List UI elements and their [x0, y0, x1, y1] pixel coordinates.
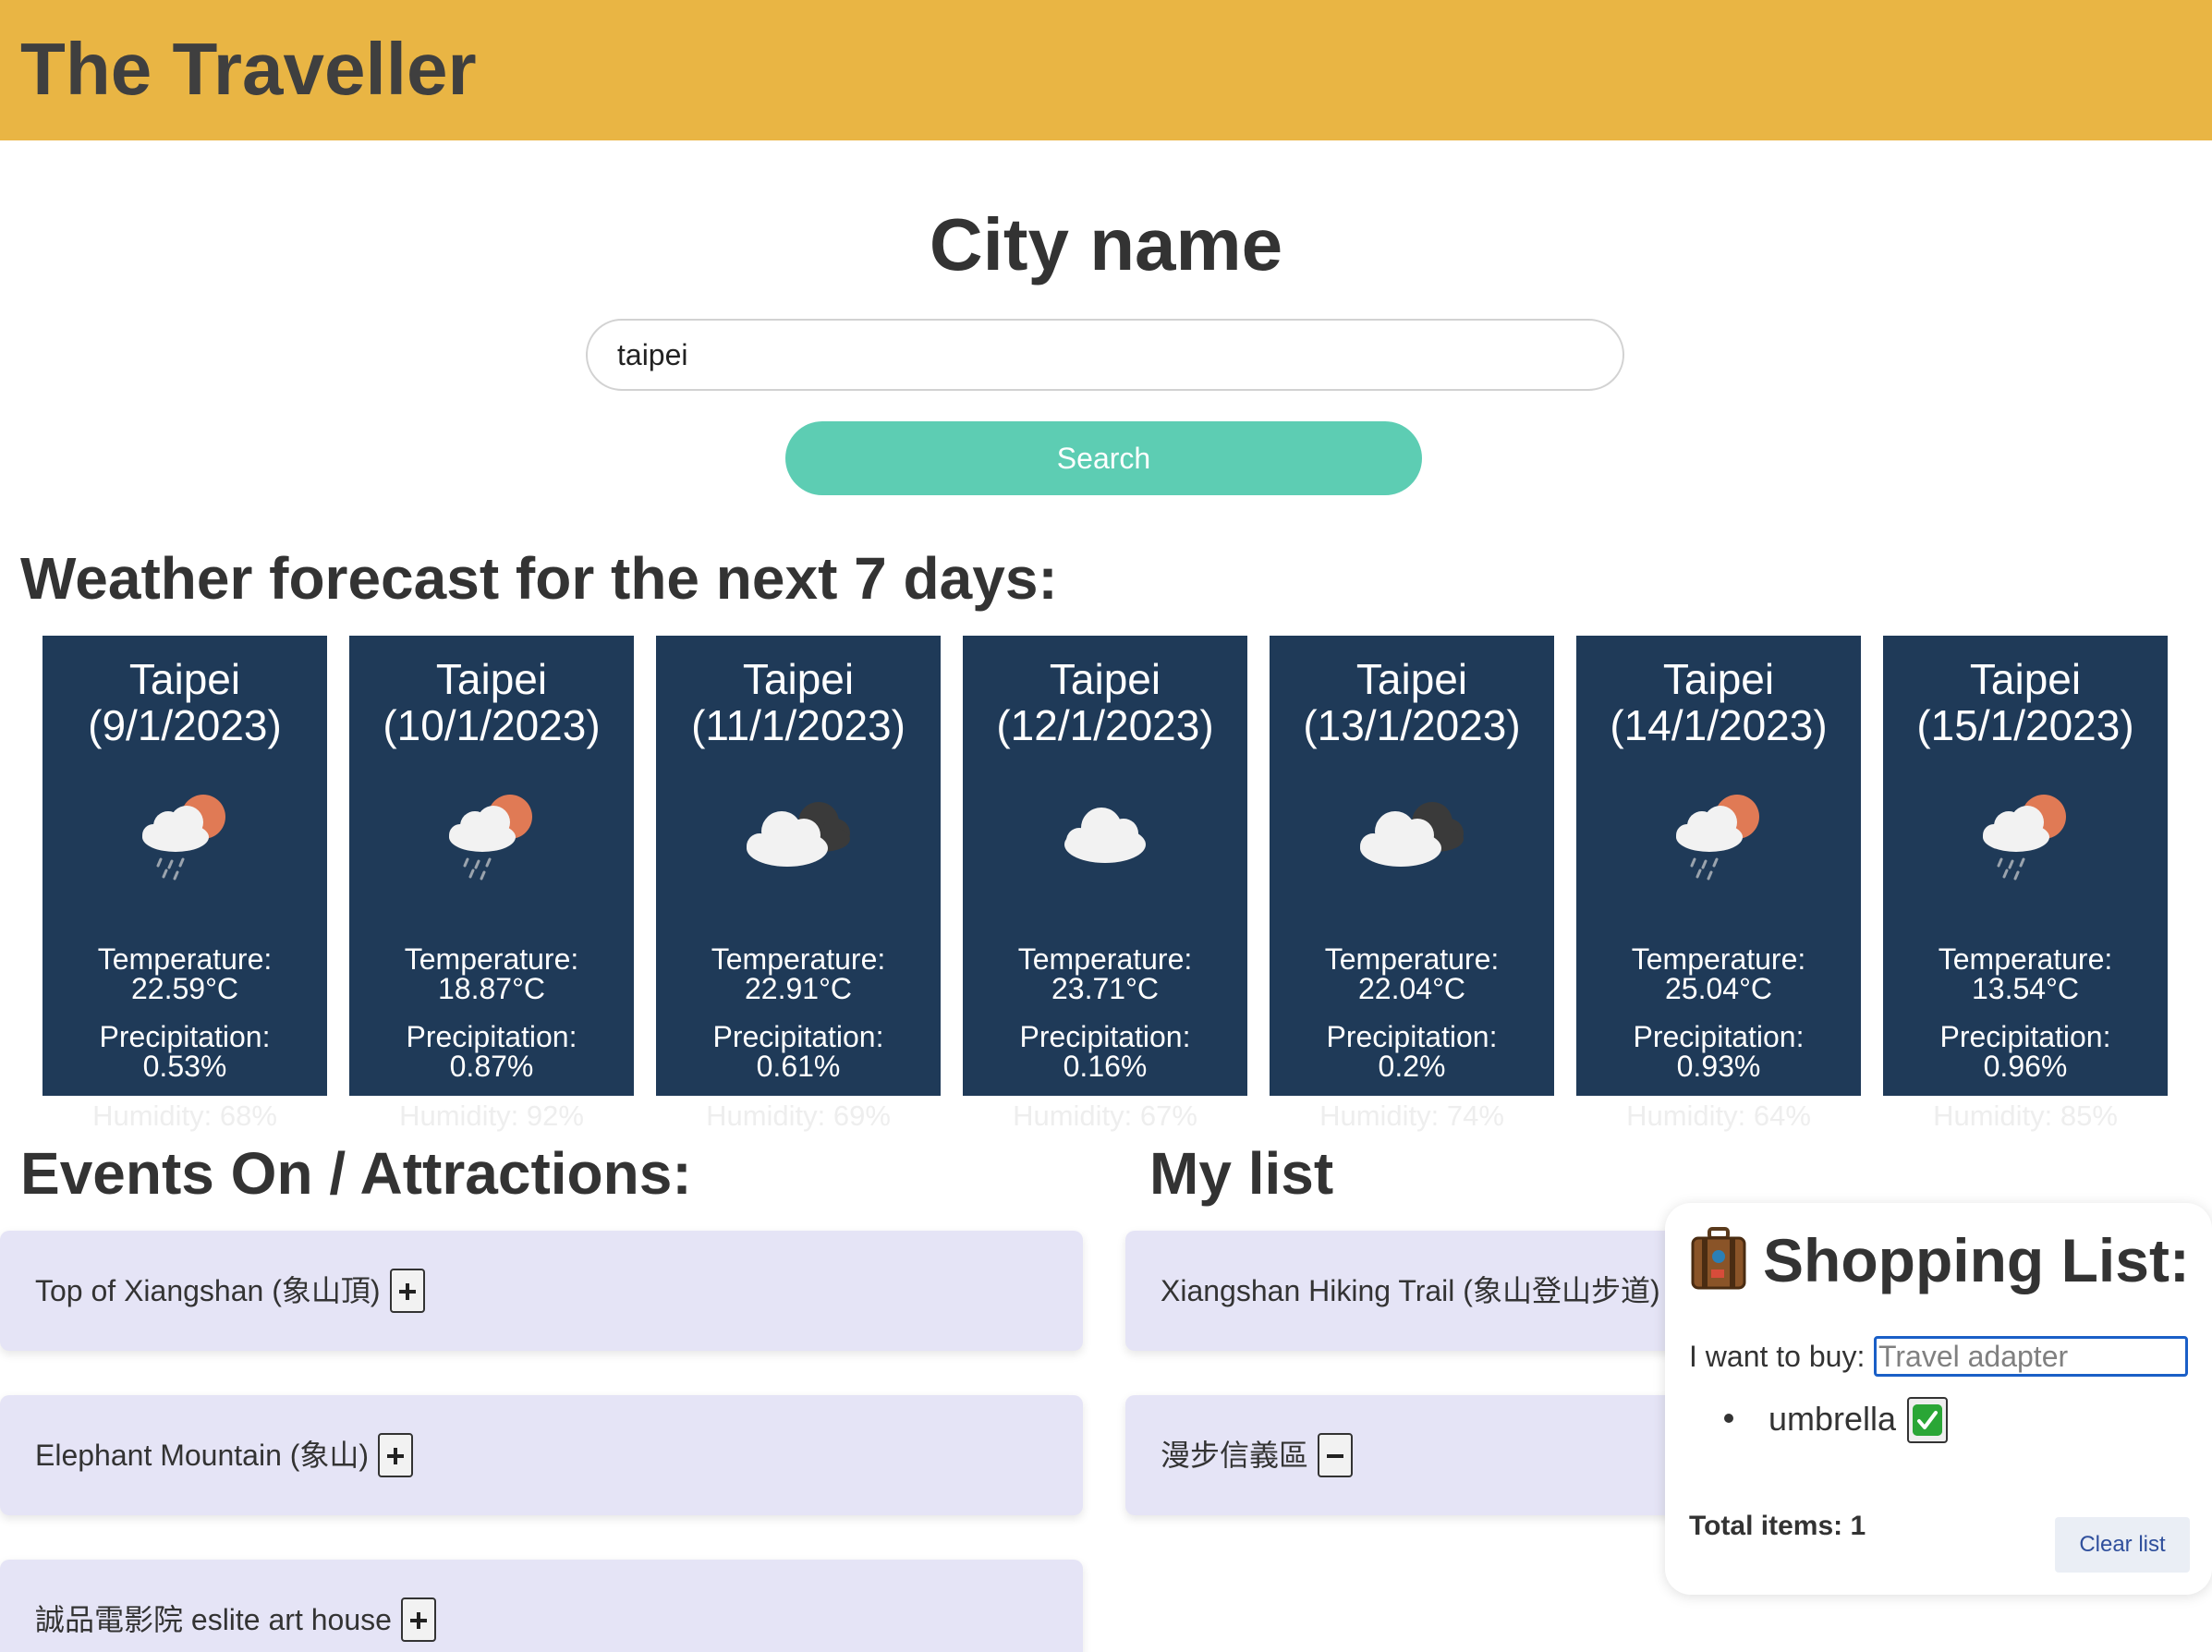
overcast-clouds-icon: [734, 782, 863, 883]
mylist-item: Xiangshan Hiking Trail (象山登山步道): [1125, 1231, 1705, 1351]
events-heading: Events On / Attractions:: [20, 1140, 692, 1207]
mylist-item-label: 漫步信義區: [1161, 1439, 1309, 1472]
event-item-label: 誠品電影院 eslite art house: [35, 1603, 392, 1636]
humidity-text: Humidity: 92%: [399, 1099, 584, 1132]
humidity-text: Humidity: 67%: [1013, 1099, 1197, 1132]
forecast-heading: Weather forecast for the next 7 days:: [20, 545, 1058, 612]
shopping-list-title: Shopping List:: [1763, 1226, 2190, 1294]
sun-cloud-rain-icon: [129, 782, 240, 883]
event-item: Elephant Mountain (象山): [0, 1395, 1083, 1515]
list-bullet: [1724, 1414, 1733, 1423]
site-title: The Traveller: [20, 28, 477, 110]
temperature-text: Temperature: 13.54°C: [1938, 942, 2113, 1005]
temperature-text: Temperature: 22.04°C: [1324, 942, 1500, 1005]
forecast-card-title: Taipei (12/1/2023): [996, 655, 1214, 749]
shopping-list-panel: Shopping List: I want to buy: umbrella T…: [1665, 1203, 2212, 1595]
humidity-text: Humidity: 64%: [1626, 1099, 1811, 1132]
top-bar: The Traveller: [0, 0, 2212, 140]
forecast-card-title: Taipei (14/1/2023): [1610, 655, 1828, 749]
want-to-buy-label: I want to buy:: [1689, 1340, 1866, 1373]
city-name-heading: City name: [929, 203, 1283, 285]
precipitation-text: Precipitation: 0.87%: [406, 1020, 577, 1083]
shopping-item-label: umbrella: [1768, 1400, 1897, 1438]
forecast-card: Taipei (11/1/2023) Temperature: 22.91°C Prec…: [656, 636, 941, 1132]
temperature-text: Temperature: 23.71°C: [1017, 942, 1193, 1005]
temperature-text: Temperature: 18.87°C: [404, 942, 579, 1005]
humidity-text: Humidity: 68%: [92, 1099, 277, 1132]
forecast-card-title: Taipei (11/1/2023): [691, 655, 905, 749]
forecast-card: Taipei (12/1/2023) Temperature: 23.71°C Prec…: [963, 636, 1247, 1132]
temperature-text: Temperature: 22.91°C: [711, 942, 886, 1005]
overcast-clouds-icon: [1347, 782, 1477, 883]
sun-cloud-rain-icon: [1663, 782, 1774, 883]
precipitation-text: Precipitation: 0.93%: [1633, 1020, 1805, 1083]
forecast-card-title: Taipei (10/1/2023): [383, 655, 601, 749]
event-item-label: Elephant Mountain (象山): [35, 1439, 370, 1472]
event-item: Top of Xiangshan (象山頂): [0, 1231, 1083, 1351]
cloud-icon: [1050, 782, 1161, 883]
add-to-list-button[interactable]: [378, 1433, 414, 1477]
temperature-text: Temperature: 22.59°C: [97, 942, 273, 1005]
forecast-card: Taipei (14/1/2023) Temperature: 25.04°C Prec…: [1576, 636, 1861, 1132]
humidity-text: Humidity: 85%: [1933, 1099, 2118, 1132]
done-toggle-button[interactable]: [1907, 1397, 1948, 1443]
event-item: 誠品電影院 eslite art house: [0, 1560, 1083, 1652]
precipitation-text: Precipitation: 0.96%: [1939, 1020, 2111, 1083]
mylist-heading: My list: [1149, 1140, 1334, 1207]
add-to-list-button[interactable]: [400, 1597, 436, 1642]
mylist-item: 漫步信義區: [1125, 1395, 1680, 1515]
forecast-card: Taipei (9/1/2023) Temperature: 22.59°C Preci…: [43, 636, 327, 1132]
precipitation-text: Precipitation: 0.53%: [99, 1020, 271, 1083]
forecast-card-title: Taipei (15/1/2023): [1916, 655, 2134, 749]
precipitation-text: Precipitation: 0.2%: [1326, 1020, 1498, 1083]
sun-cloud-rain-icon: [436, 782, 547, 883]
humidity-text: Humidity: 69%: [706, 1099, 891, 1132]
suitcase-icon: [1691, 1227, 1746, 1290]
clear-list-button[interactable]: Clear list: [2055, 1517, 2190, 1573]
event-item-label: Top of Xiangshan (象山頂): [35, 1274, 381, 1307]
humidity-text: Humidity: 74%: [1319, 1099, 1504, 1132]
mylist-item-label: Xiangshan Hiking Trail (象山登山步道): [1161, 1274, 1660, 1307]
precipitation-text: Precipitation: 0.16%: [1019, 1020, 1191, 1083]
total-items: Total items: 1: [1689, 1511, 1866, 1541]
remove-from-list-button[interactable]: [1318, 1433, 1354, 1477]
sun-cloud-rain-icon: [1970, 782, 2081, 883]
check-mark-icon: [1913, 1404, 1942, 1436]
shopping-item-input[interactable]: [1874, 1336, 2188, 1377]
forecast-card-title: Taipei (9/1/2023): [88, 655, 282, 749]
forecast-card-title: Taipei (13/1/2023): [1303, 655, 1521, 749]
add-to-list-button[interactable]: [389, 1269, 425, 1313]
forecast-card: Taipei (15/1/2023) Temperature: 13.54°C Prec…: [1883, 636, 2168, 1132]
city-search-input[interactable]: [586, 319, 1624, 391]
temperature-text: Temperature: 25.04°C: [1631, 942, 1806, 1005]
search-button[interactable]: Search: [785, 421, 1422, 495]
forecast-card: Taipei (13/1/2023) Temperature: 22.04°C Prec…: [1270, 636, 1554, 1132]
precipitation-text: Precipitation: 0.61%: [712, 1020, 884, 1083]
forecast-card: Taipei (10/1/2023) Temperature: 18.87°C Prec…: [349, 636, 634, 1132]
